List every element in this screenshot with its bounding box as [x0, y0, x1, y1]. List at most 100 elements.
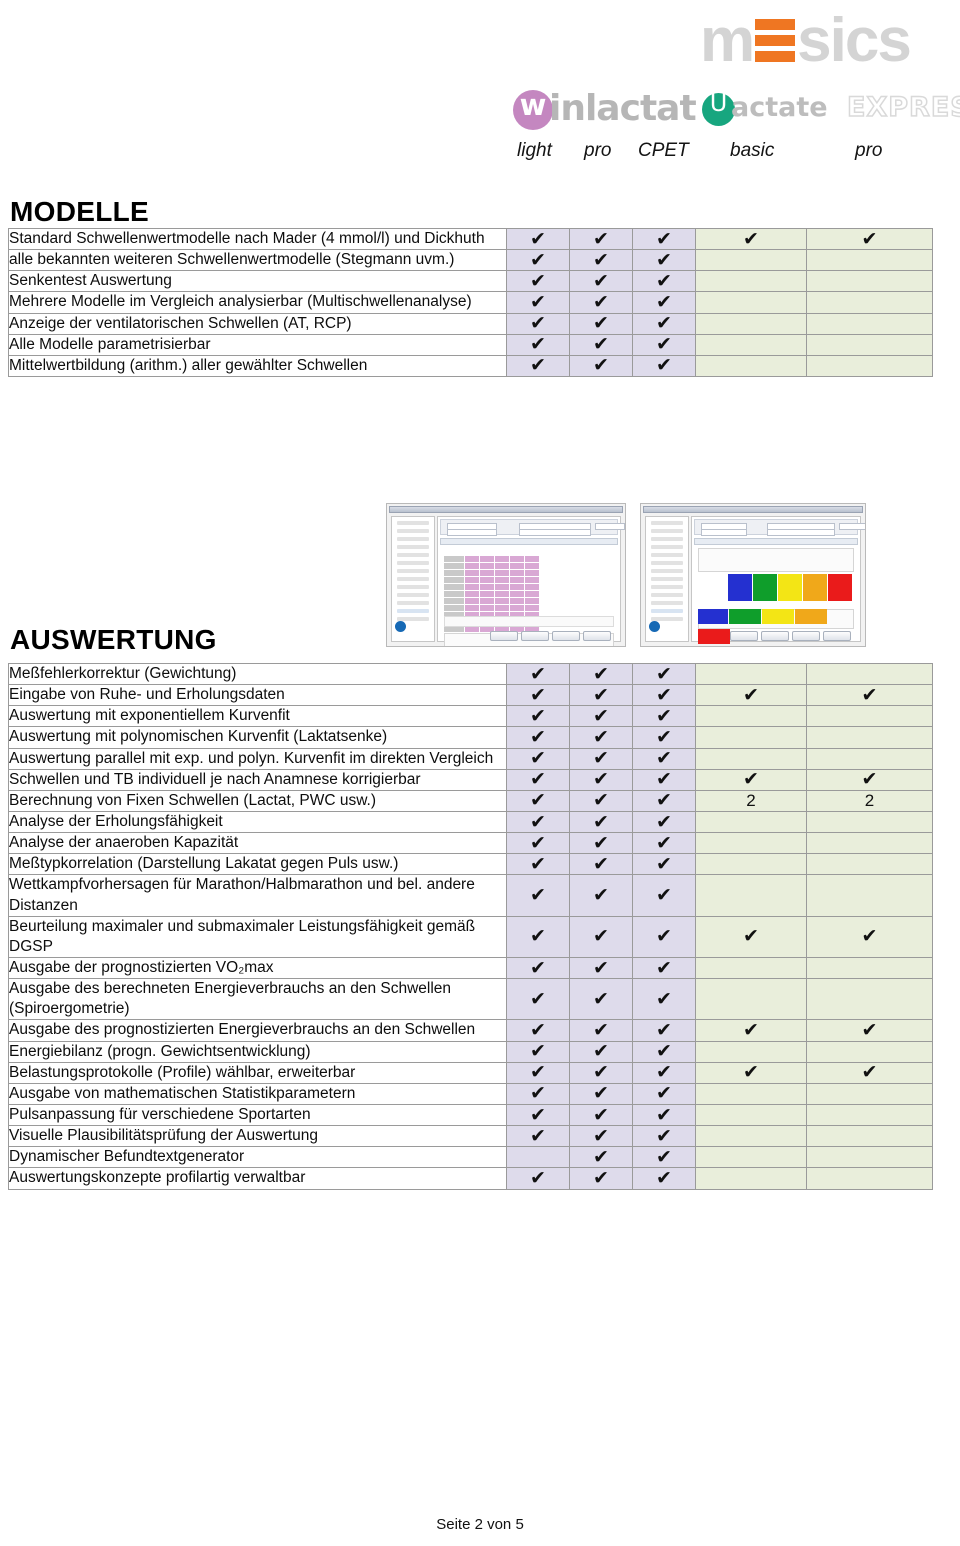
feature-row: Eingabe von Ruhe- und Erholungsdaten ✔ ✔ ✔ ✔…: [8, 684, 933, 707]
feature-empty-cell: [806, 662, 933, 686]
screenshot-button-bar: [724, 628, 854, 641]
section-title-auswertung: AUSWERTUNG: [10, 624, 217, 655]
feature-check-icon: ✔: [506, 915, 570, 958]
feature-label: Ausgabe der prognostizierten VO₂max: [8, 956, 507, 980]
feature-row: Meßtypkorrelation (Darstellung Lakatat g…: [8, 853, 933, 876]
winlactat-threshold-table-screenshot: [386, 503, 626, 647]
feature-empty-cell: [695, 705, 807, 728]
screenshot-tabs: [440, 538, 618, 545]
feature-empty-cell: [806, 1040, 933, 1063]
feature-check-icon: ✔: [569, 1061, 633, 1084]
feature-check-icon: ✔: [506, 810, 570, 834]
feature-empty-cell: [695, 249, 807, 272]
feature-empty-cell: [806, 354, 933, 377]
feature-check-icon: ✔: [632, 789, 696, 812]
feature-empty-cell: [695, 1125, 807, 1148]
feature-label: Auswertung mit polynomischen Kurvenfit (…: [8, 726, 507, 749]
feature-check-icon: ✔: [632, 853, 696, 876]
feature-row: Analyse der anaeroben Kapazität ✔ ✔ ✔: [8, 832, 933, 855]
feature-label: Auswertungskonzepte profilartig verwaltb…: [8, 1167, 507, 1190]
feature-check-icon: ✔: [632, 1082, 696, 1105]
feature-empty-cell: [806, 726, 933, 749]
feature-check-icon: ✔: [569, 915, 633, 958]
feature-label: alle bekannten weiteren Schwellenwertmod…: [8, 249, 507, 272]
screenshot-header-table: [698, 548, 854, 572]
feature-label: Belastungsprotokolle (Profile) wählbar, …: [8, 1061, 507, 1084]
feature-empty-cell: [806, 291, 933, 314]
feature-row: Mehrere Modelle im Vergleich analysierba…: [8, 291, 933, 314]
feature-check-icon: ✔: [632, 726, 696, 749]
feature-row: Meßfehlerkorrektur (Gewichtung) ✔ ✔ ✔: [8, 662, 933, 686]
feature-check-icon: ✔: [506, 1040, 570, 1063]
feature-empty-cell: [695, 874, 807, 917]
feature-check-icon: ✔: [569, 726, 633, 749]
edition-label-cpet: CPET: [638, 140, 689, 161]
feature-empty-cell: [695, 853, 807, 876]
feature-check-icon: ✔: [506, 1082, 570, 1105]
feature-empty-cell: [806, 810, 933, 834]
feature-check-icon: ✔: [569, 1082, 633, 1105]
screenshot-titlebar: [389, 506, 623, 513]
feature-empty-cell: [806, 312, 933, 335]
feature-empty-cell: [695, 312, 807, 335]
winlactat-wordmark: inlactat: [549, 88, 697, 129]
feature-check-icon: ✔: [569, 227, 633, 251]
feature-empty-cell: [806, 270, 933, 293]
feature-table-auswertung: Meßfehlerkorrektur (Gewichtung) ✔ ✔ ✔ Eingab…: [8, 662, 933, 1190]
feature-label: Auswertung mit exponentiellem Kurvenfit: [8, 705, 507, 728]
feature-check-icon: ✔: [569, 354, 633, 377]
page-footer: Seite 2 von 5: [436, 1516, 524, 1533]
feature-row: Auswertung parallel mit exp. und polyn. …: [8, 747, 933, 770]
feature-empty-cell: [695, 726, 807, 749]
section-title-modelle: MODELLE: [10, 196, 149, 227]
feature-empty-cell: [695, 956, 807, 980]
feature-check-icon: ✔: [569, 1040, 633, 1063]
edition-label-pro-winlactat: pro: [584, 140, 612, 161]
feature-check-icon: ✔: [506, 249, 570, 272]
feature-check-icon: ✔: [632, 978, 696, 1021]
feature-check-icon: ✔: [506, 1167, 570, 1190]
feature-check-icon: ✔: [569, 768, 633, 791]
feature-row: Mittelwertbildung (arithm.) aller gewähl…: [8, 354, 933, 377]
feature-check-icon: ✔: [632, 662, 696, 686]
feature-label: Analyse der anaeroben Kapazität: [8, 832, 507, 855]
feature-check-icon: ✔: [695, 684, 807, 707]
feature-row: Ausgabe des berechneten Energieverbrauch…: [8, 978, 933, 1021]
feature-check-icon: ✔: [632, 1146, 696, 1169]
feature-label: Senkentest Auswertung: [8, 270, 507, 293]
feature-check-icon: ✔: [569, 956, 633, 980]
feature-table-auswertung-body: Meßfehlerkorrektur (Gewichtung) ✔ ✔ ✔ Eingab…: [8, 662, 933, 1190]
feature-empty-cell: [695, 1040, 807, 1063]
feature-check-icon: ✔: [506, 270, 570, 293]
mesics-logo-m: m: [700, 6, 755, 75]
feature-check-icon: ✔: [569, 853, 633, 876]
feature-check-icon: ✔: [569, 978, 633, 1021]
feature-label: Schwellen und TB individuell je nach Ana…: [8, 768, 507, 791]
feature-check-icon: ✔: [569, 705, 633, 728]
feature-empty-cell: [806, 747, 933, 770]
feature-check-icon: ✔: [506, 978, 570, 1021]
feature-check-icon: ✔: [632, 747, 696, 770]
feature-check-icon: ✔: [806, 1019, 933, 1042]
screenshot-zone-legend-bar: [698, 609, 854, 644]
feature-check-icon: ✔: [569, 1167, 633, 1190]
feature-empty-cell: [806, 874, 933, 917]
feature-label: Auswertung parallel mit exp. und polyn. …: [8, 747, 507, 770]
feature-value-cell: 2: [806, 789, 933, 812]
feature-check-icon: ✔: [632, 832, 696, 855]
feature-label: Analyse der Erholungsfähigkeit: [8, 810, 507, 834]
feature-label: Beurteilung maximaler und submaximaler L…: [8, 915, 507, 958]
feature-check-icon: ✔: [695, 768, 807, 791]
feature-check-icon: ✔: [695, 1019, 807, 1042]
feature-value-cell: 2: [695, 789, 807, 812]
feature-table-modelle: Standard Schwellenwertmodelle nach Mader…: [8, 227, 933, 377]
feature-check-icon: ✔: [632, 312, 696, 335]
feature-check-icon: ✔: [632, 705, 696, 728]
feature-check-icon: ✔: [632, 291, 696, 314]
feature-empty-cell: [695, 832, 807, 855]
feature-label: Alle Modelle parametrisierbar: [8, 333, 507, 356]
feature-check-icon: ✔: [695, 227, 807, 251]
feature-label: Ausgabe von mathematischen Statistikpara…: [8, 1082, 507, 1105]
feature-row: Energiebilanz (progn. Gewichtsentwicklun…: [8, 1040, 933, 1063]
feature-empty-cell: [806, 832, 933, 855]
